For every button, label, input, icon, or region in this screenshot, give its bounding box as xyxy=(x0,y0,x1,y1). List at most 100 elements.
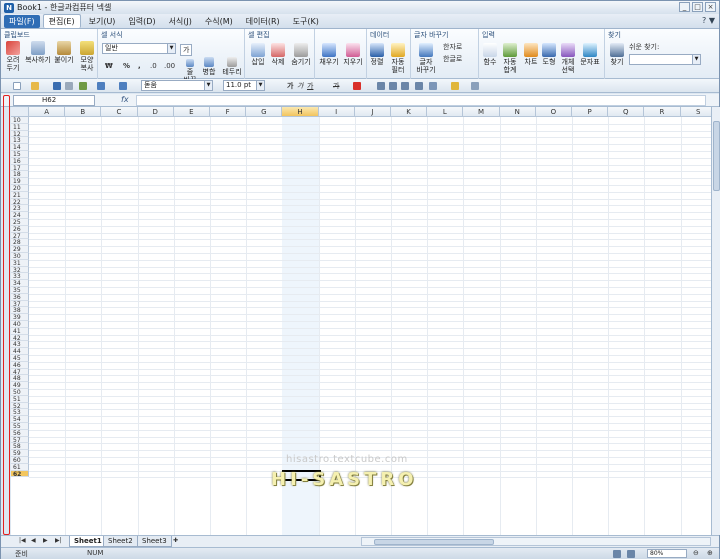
row-header[interactable]: 18 xyxy=(11,171,29,178)
horizontal-scrollbar[interactable] xyxy=(361,537,711,546)
row-header[interactable]: 55 xyxy=(11,423,29,430)
next-sheet-icon[interactable]: ▶ xyxy=(43,537,48,544)
row-header[interactable]: 44 xyxy=(11,348,29,355)
row-header[interactable]: 24 xyxy=(11,212,29,219)
column-header[interactable]: M xyxy=(463,107,500,117)
row-header[interactable]: 46 xyxy=(11,361,29,369)
menu-item-6[interactable]: 데이터(R) xyxy=(241,15,285,28)
minimize-button[interactable]: _ xyxy=(679,2,690,12)
row-header[interactable]: 41 xyxy=(11,327,29,335)
sort-button[interactable]: 정렬 xyxy=(369,43,385,66)
row-header[interactable]: 62 xyxy=(11,470,29,477)
row-header[interactable]: 33 xyxy=(11,273,29,280)
row-header[interactable]: 23 xyxy=(11,205,29,212)
row-header[interactable]: 21 xyxy=(11,191,29,199)
align-right-icon[interactable] xyxy=(401,82,409,90)
function-button[interactable]: 함수 xyxy=(481,43,499,66)
find-button[interactable]: 찾기 xyxy=(608,43,626,66)
row-header[interactable]: 38 xyxy=(11,307,29,314)
column-header[interactable]: C xyxy=(101,107,138,117)
column-header[interactable]: R xyxy=(644,107,681,117)
print-icon[interactable] xyxy=(65,82,73,90)
last-sheet-icon[interactable]: ▶| xyxy=(55,537,62,544)
to-hangul-button[interactable]: 한글로 xyxy=(443,54,462,64)
row-header[interactable]: 16 xyxy=(11,157,29,165)
maximize-button[interactable]: □ xyxy=(692,2,703,12)
percent-button[interactable]: % xyxy=(123,62,130,70)
column-header[interactable]: D xyxy=(137,107,174,117)
zoom-in-icon[interactable]: ⊕ xyxy=(707,549,713,557)
row-header[interactable]: 34 xyxy=(11,280,29,287)
row-header[interactable]: 39 xyxy=(11,314,29,321)
row-header[interactable]: 27 xyxy=(11,232,29,239)
number-format-select[interactable]: 일반 ▼ xyxy=(102,43,176,54)
row-header[interactable]: 53 xyxy=(11,409,29,416)
vertical-scroll-thumb[interactable] xyxy=(713,121,720,191)
open-folder-icon[interactable] xyxy=(31,82,39,90)
row-header[interactable]: 13 xyxy=(11,137,29,144)
column-header[interactable]: I xyxy=(318,107,355,117)
row-header[interactable]: 54 xyxy=(11,416,29,423)
font-size-select[interactable]: 11.0 pt ▼ xyxy=(223,80,265,91)
name-box[interactable]: H62 xyxy=(13,95,95,106)
row-header[interactable]: 51 xyxy=(11,395,29,403)
help-icon[interactable]: ? ▼ xyxy=(702,16,715,25)
normal-view-icon[interactable] xyxy=(613,550,621,558)
erase-button[interactable]: 지우기 xyxy=(341,43,365,66)
row-header[interactable]: 15 xyxy=(11,151,29,158)
bold-button[interactable]: 가 xyxy=(287,81,293,91)
row-header[interactable]: 40 xyxy=(11,321,29,328)
sheet-tab[interactable]: Sheet3 xyxy=(137,536,172,547)
border-button[interactable]: 테두리 xyxy=(220,57,244,76)
row-header[interactable]: 57 xyxy=(11,436,29,443)
char-change-button[interactable]: 글자 바꾸기 xyxy=(414,43,438,74)
column-header[interactable]: P xyxy=(572,107,609,117)
row-header[interactable]: 32 xyxy=(11,266,29,273)
sheet-tab[interactable]: Sheet2 xyxy=(103,536,138,547)
justify-icon[interactable] xyxy=(415,82,423,90)
row-header[interactable]: 14 xyxy=(11,144,29,151)
column-header[interactable]: E xyxy=(173,107,210,117)
zoom-out-icon[interactable]: ⊖ xyxy=(693,549,699,557)
cut-button[interactable]: 오려 두기 xyxy=(3,41,23,72)
new-file-icon[interactable] xyxy=(13,82,21,90)
row-header[interactable]: 58 xyxy=(11,443,29,450)
strike-button[interactable]: 가 xyxy=(333,81,339,91)
cell-style-button[interactable]: 가 xyxy=(180,44,193,56)
row-header[interactable]: 20 xyxy=(11,185,29,192)
shape-button[interactable]: 도형 xyxy=(540,43,558,66)
merge-center-icon[interactable] xyxy=(429,82,437,90)
column-header[interactable]: Q xyxy=(608,107,645,117)
close-button[interactable]: × xyxy=(705,2,716,12)
row-header[interactable]: 43 xyxy=(11,341,29,348)
italic-button[interactable]: 가 xyxy=(297,81,303,91)
function-wizard-icon[interactable]: fx xyxy=(121,95,129,104)
prev-sheet-icon[interactable]: ◀ xyxy=(31,537,36,544)
row-header[interactable]: 45 xyxy=(11,355,29,362)
row-header[interactable]: 29 xyxy=(11,246,29,253)
row-header[interactable]: 17 xyxy=(11,164,29,171)
symbol-button[interactable]: 문자표 xyxy=(578,43,602,66)
delete-button[interactable]: 삭제 xyxy=(268,43,288,66)
row-header[interactable]: 26 xyxy=(11,225,29,233)
row-header[interactable]: 25 xyxy=(11,219,29,226)
first-sheet-icon[interactable]: |◀ xyxy=(19,537,26,544)
copy-button[interactable]: 복사하기 xyxy=(25,41,51,64)
row-header[interactable]: 30 xyxy=(11,253,29,260)
column-header[interactable]: K xyxy=(391,107,428,117)
fill-button[interactable]: 채우기 xyxy=(317,43,341,66)
add-sheet-icon[interactable]: ✚ xyxy=(173,537,178,544)
zoom-select[interactable]: 80% xyxy=(647,549,687,558)
column-header[interactable]: H xyxy=(282,107,319,117)
merge-button[interactable]: 병합 xyxy=(200,57,218,76)
row-header[interactable]: 19 xyxy=(11,178,29,185)
autofilter-button[interactable]: 자동 필터 xyxy=(387,43,409,74)
align-left-icon[interactable] xyxy=(377,82,385,90)
menu-item-2[interactable]: 보기(U) xyxy=(84,15,121,28)
formula-input[interactable] xyxy=(136,95,706,106)
row-header[interactable]: 28 xyxy=(11,239,29,246)
column-header[interactable]: O xyxy=(535,107,572,117)
row-header[interactable]: 11 xyxy=(11,123,29,131)
column-header[interactable]: L xyxy=(427,107,464,117)
row-header[interactable]: 42 xyxy=(11,334,29,341)
